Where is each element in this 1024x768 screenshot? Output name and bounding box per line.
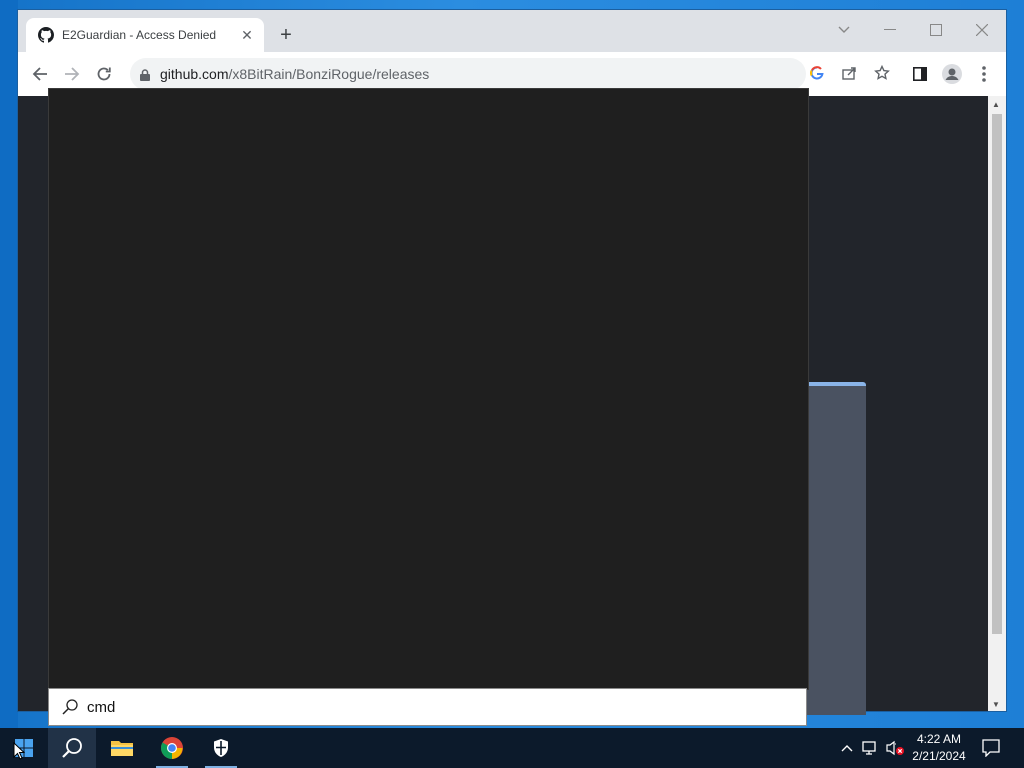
scroll-thumb[interactable] <box>992 114 1002 634</box>
search-icon <box>61 698 79 721</box>
tab-close-icon[interactable]: ✕ <box>238 26 256 44</box>
chevron-down-icon <box>838 26 850 33</box>
new-tab-button[interactable]: + <box>274 24 298 48</box>
network-icon[interactable] <box>861 738 881 758</box>
maximize-button[interactable] <box>916 16 956 44</box>
show-hidden-icons-button[interactable] <box>837 738 857 758</box>
forward-button[interactable] <box>60 62 84 86</box>
reload-button[interactable] <box>92 62 116 86</box>
folder-icon <box>111 741 133 756</box>
taskbar-search-button[interactable] <box>48 728 96 768</box>
url-text: github.com/x8BitRain/BonziRogue/releases <box>160 66 429 82</box>
minimize-button[interactable] <box>870 16 910 44</box>
menu-button[interactable] <box>972 62 996 86</box>
start-search-results <box>48 88 809 690</box>
browser-tab[interactable]: E2Guardian - Access Denied ✕ <box>26 18 264 52</box>
desktop-background <box>0 0 18 728</box>
chrome-button[interactable] <box>148 728 196 768</box>
tab-search-button[interactable] <box>824 16 864 44</box>
start-search-box[interactable] <box>48 688 807 726</box>
side-panel-icon <box>913 67 927 81</box>
back-button[interactable] <box>28 62 52 86</box>
close-button[interactable] <box>962 16 1002 44</box>
taskbar-clock[interactable]: 4:22 AM 2/21/2024 <box>906 731 972 765</box>
google-lens-icon[interactable] <box>810 66 824 85</box>
chevron-up-icon <box>841 745 853 752</box>
action-center-icon[interactable] <box>981 738 1001 758</box>
mouse-cursor-icon <box>13 741 26 765</box>
shield-icon <box>214 739 228 757</box>
browser-titlebar: E2Guardian - Access Denied ✕ + <box>18 10 1006 52</box>
arrow-right-icon <box>65 67 80 81</box>
chrome-icon <box>161 737 183 759</box>
scroll-down-icon[interactable]: ▼ <box>992 700 1000 709</box>
scroll-up-icon[interactable]: ▲ <box>992 100 1000 109</box>
page-scrollbar[interactable]: ▲ ▼ <box>988 96 1006 711</box>
avatar-icon <box>942 64 962 84</box>
url-path: /x8BitRain/BonziRogue/releases <box>228 66 430 82</box>
volume-muted-icon[interactable] <box>885 738 905 758</box>
page-side-element <box>806 382 866 715</box>
more-vertical-icon <box>982 66 986 82</box>
tab-title: E2Guardian - Access Denied <box>62 28 217 42</box>
file-explorer-button[interactable] <box>98 728 146 768</box>
url-host: github.com <box>160 66 229 82</box>
search-icon <box>62 738 82 758</box>
lock-icon[interactable] <box>140 68 150 86</box>
address-bar[interactable]: github.com/x8BitRain/BonziRogue/releases <box>130 58 890 90</box>
github-icon <box>38 27 54 43</box>
arrow-left-icon <box>32 67 47 81</box>
clock-date: 2/21/2024 <box>912 749 966 763</box>
clock-time: 4:22 AM <box>916 732 962 746</box>
profile-button[interactable] <box>940 62 964 86</box>
reload-icon <box>97 67 111 81</box>
bookmark-star-icon[interactable] <box>874 64 890 86</box>
windows-security-button[interactable] <box>197 728 245 768</box>
side-panel-button[interactable] <box>908 62 932 86</box>
search-input[interactable] <box>87 695 687 719</box>
share-icon[interactable] <box>842 66 858 85</box>
taskbar: 4:22 AM 2/21/2024 <box>0 728 1024 768</box>
